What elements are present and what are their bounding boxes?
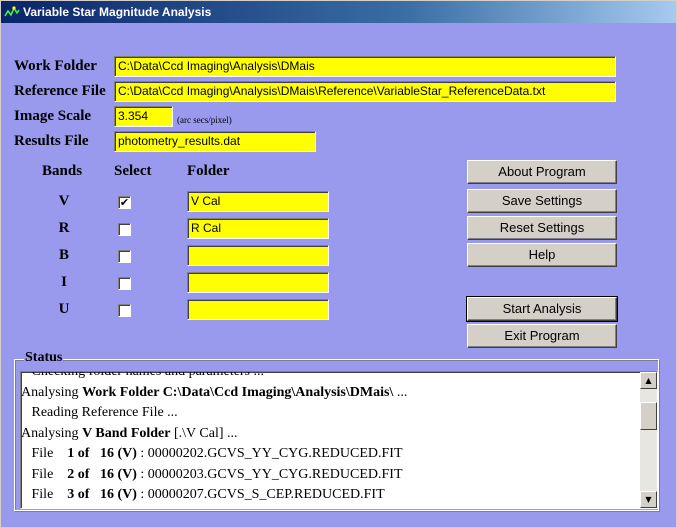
folder-input-v[interactable]: V Cal xyxy=(187,191,329,212)
folder-input-r[interactable]: R Cal xyxy=(187,218,329,239)
status-line-rest: : 00000208.GCVS_S_CEP.REDUCED.FIT xyxy=(137,508,384,509)
band-label-u: U xyxy=(58,301,70,317)
status-line: Analysing Work Folder C:\Data\Ccd Imagin… xyxy=(21,383,639,404)
app-icon xyxy=(4,6,20,17)
status-line-text: Analysing xyxy=(21,425,83,441)
status-line-text: File xyxy=(31,446,61,461)
status-line-text: Analysing xyxy=(21,384,83,400)
scroll-down-icon[interactable]: ▼ xyxy=(640,491,657,508)
select-checkbox-b[interactable] xyxy=(118,250,131,263)
start-analysis-button[interactable]: Start Analysis xyxy=(466,296,618,322)
reference-file-label: Reference File xyxy=(14,83,106,99)
status-line: Analysing V Band Folder [.\V Cal] ... xyxy=(21,424,639,445)
band-label-r: R xyxy=(58,220,70,236)
band-label-v: V xyxy=(58,193,70,209)
results-file-input[interactable]: photometry_results.dat xyxy=(114,131,316,152)
status-line-indent xyxy=(21,372,32,379)
status-line: File 2 of 16 (V) : 00000203.GCVS_YY_CYG.… xyxy=(21,465,639,486)
status-line-text: File xyxy=(32,508,61,509)
status-line: Checking folder names and parameters ... xyxy=(21,371,639,383)
status-line-indent xyxy=(21,446,32,461)
folder-input-i[interactable] xyxy=(187,272,329,293)
image-scale-unit: (arc secs/pixel) xyxy=(177,115,232,125)
scroll-up-icon[interactable]: ▲ xyxy=(640,372,657,389)
status-line-indent xyxy=(21,467,32,482)
status-lines: Checking folder names and parameters ...… xyxy=(21,371,639,509)
band-label-b: B xyxy=(58,247,69,263)
status-line-emphasis: Work Folder C:\Data\Ccd Imaging\Analysis… xyxy=(82,384,394,400)
status-line: File 3 of 16 (V) : 00000207.GCVS_S_CEP.R… xyxy=(21,485,639,506)
image-scale-input[interactable]: 3.354 xyxy=(114,106,173,127)
image-scale-label: Image Scale xyxy=(14,108,92,124)
select-checkbox-r[interactable] xyxy=(118,223,131,236)
reference-file-input[interactable]: C:\Data\Ccd Imaging\Analysis\DMais\Refer… xyxy=(114,81,616,102)
window-title: Variable Star Magnitude Analysis xyxy=(23,5,212,19)
status-scrollbar[interactable]: ▲ ▼ xyxy=(640,372,657,508)
status-line-text: File xyxy=(31,487,61,502)
bands-header: Bands xyxy=(42,163,83,179)
status-line-emphasis: 1 of 16 (V) xyxy=(60,446,137,461)
save-settings-button[interactable]: Save Settings xyxy=(467,189,617,213)
select-checkbox-u[interactable] xyxy=(118,304,131,317)
status-line-emphasis: 3 of 16 (V) xyxy=(60,487,137,502)
title-bar[interactable]: Variable Star Magnitude Analysis xyxy=(1,1,676,23)
scroll-thumb[interactable] xyxy=(640,402,657,430)
status-line-emphasis: 4 of 16 (V) xyxy=(60,508,137,509)
exit-program-button[interactable]: Exit Program xyxy=(467,324,617,348)
select-checkbox-i[interactable] xyxy=(118,277,131,290)
status-line-text: File xyxy=(31,466,61,482)
reset-settings-button[interactable]: Reset Settings xyxy=(467,216,617,240)
folder-input-u[interactable] xyxy=(187,299,329,320)
band-label-i: I xyxy=(61,274,67,290)
status-line-emphasis: 2 of 16 (V) xyxy=(60,466,137,482)
status-line-rest: : 00000207.GCVS_S_CEP.REDUCED.FIT xyxy=(136,487,385,502)
about-program-button[interactable]: About Program xyxy=(467,160,617,184)
status-line-text: Checking folder names and parameters ... xyxy=(31,371,264,379)
status-line-indent xyxy=(21,405,32,420)
status-line-rest: ... xyxy=(393,384,408,400)
status-log[interactable]: Checking folder names and parameters ...… xyxy=(20,371,658,509)
folder-input-b[interactable] xyxy=(187,245,329,266)
status-label: Status xyxy=(24,350,64,366)
status-line-text: Reading Reference File ... xyxy=(31,405,178,420)
status-line-rest: : 00000202.GCVS_YY_CYG.REDUCED.FIT xyxy=(136,446,403,461)
select-header: Select xyxy=(114,163,152,179)
work-folder-input[interactable]: C:\Data\Ccd Imaging\Analysis\DMais xyxy=(114,56,616,77)
status-line: File 1 of 16 (V) : 00000202.GCVS_YY_CYG.… xyxy=(21,444,639,465)
main-window: Variable Star Magnitude Analysis Work Fo… xyxy=(0,0,677,528)
status-line-indent xyxy=(21,487,32,502)
folder-header: Folder xyxy=(187,163,230,179)
help-button[interactable]: Help xyxy=(467,243,617,267)
status-line: Reading Reference File ... xyxy=(21,403,639,424)
status-line-emphasis: V Band Folder xyxy=(82,425,171,441)
status-line-indent xyxy=(21,508,32,509)
select-checkbox-v[interactable]: ✔ xyxy=(118,196,131,209)
status-line-rest: : 00000203.GCVS_YY_CYG.REDUCED.FIT xyxy=(136,466,403,482)
results-file-label: Results File xyxy=(14,133,89,149)
status-line-rest: [.\V Cal] ... xyxy=(170,425,238,441)
status-line: File 4 of 16 (V) : 00000208.GCVS_S_CEP.R… xyxy=(21,506,639,509)
work-folder-label: Work Folder xyxy=(14,58,97,74)
